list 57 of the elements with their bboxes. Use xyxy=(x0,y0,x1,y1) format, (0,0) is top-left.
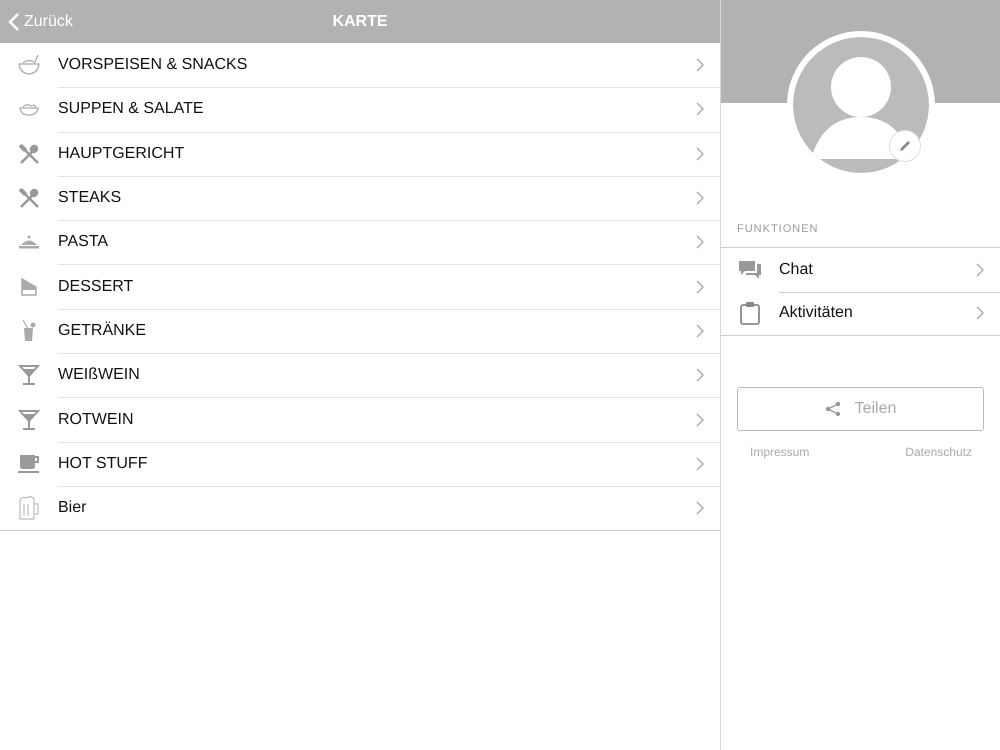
chevron-right-icon xyxy=(696,102,704,116)
chevron-right-icon xyxy=(696,58,704,72)
function-label: Aktivitäten xyxy=(779,304,854,322)
menu-item[interactable]: SUPPEN & SALATE xyxy=(0,87,720,132)
chevron-right-icon xyxy=(696,235,704,250)
menu-label: STEAKS xyxy=(58,189,122,208)
chevron-right-icon xyxy=(976,262,984,277)
menu-label: WEIßWEIN xyxy=(58,366,141,384)
cake-slice-icon xyxy=(20,276,38,297)
chevron-right-icon xyxy=(976,306,984,320)
menu-label: PASTA xyxy=(58,233,110,252)
menu-item[interactable]: WEIßWEIN xyxy=(0,353,720,398)
fork-spoon-icon xyxy=(18,187,40,210)
menu-item[interactable]: VORSPEISEN & SNACKS xyxy=(0,43,720,88)
share-icon xyxy=(824,401,841,417)
bowl-icon xyxy=(17,54,41,76)
menu-label: DESSERT xyxy=(58,278,134,296)
menu-item[interactable]: DESSERT xyxy=(0,264,720,309)
menu-item[interactable]: STEAKS xyxy=(0,176,720,220)
bowl-icon xyxy=(18,102,40,116)
chevron-right-icon xyxy=(696,456,704,471)
function-item[interactable]: Aktivitäten xyxy=(721,292,1000,335)
menu-item[interactable]: ROTWEIN xyxy=(0,397,720,442)
chevron-right-icon xyxy=(696,368,704,382)
chevron-right-icon xyxy=(696,146,704,161)
chevron-right-icon xyxy=(696,412,704,427)
menu-item[interactable]: Bier xyxy=(0,486,720,530)
menu-label: VORSPEISEN & SNACKS xyxy=(58,56,248,74)
menu-label: HAUPTGERICHT xyxy=(58,144,186,163)
chevron-right-icon xyxy=(696,324,704,338)
menu-item[interactable]: GETRÄNKE xyxy=(0,308,720,354)
martini-glass-icon xyxy=(18,408,40,431)
section-header: FUNKTIONEN xyxy=(736,223,820,237)
martini-glass-icon xyxy=(18,364,40,386)
chevron-right-icon xyxy=(696,501,704,516)
coffee-cup-icon xyxy=(18,454,40,474)
menu-item[interactable]: HAUPTGERICHT xyxy=(0,132,720,176)
menu-label: SUPPEN & SALATE xyxy=(58,100,205,118)
menu-label: HOT STUFF xyxy=(58,454,148,473)
beer-mug-icon xyxy=(18,495,40,522)
chevron-right-icon xyxy=(696,280,704,294)
chevron-left-icon xyxy=(8,12,20,30)
fork-spoon-icon xyxy=(18,142,40,165)
nav-title: KARTE xyxy=(331,12,389,30)
menu-item[interactable]: HOT STUFF xyxy=(0,442,720,486)
pencil-icon xyxy=(898,139,912,153)
function-label: Chat xyxy=(779,260,814,279)
menu-label: Bier xyxy=(58,499,88,518)
clipboard-icon xyxy=(739,301,761,326)
chevron-right-icon xyxy=(696,191,704,206)
cocktail-glass-icon xyxy=(21,318,37,343)
menu-label: ROTWEIN xyxy=(58,410,135,429)
menu-item[interactable]: PASTA xyxy=(0,220,720,264)
function-item[interactable]: Chat xyxy=(721,248,1000,292)
menu-label: GETRÄNKE xyxy=(58,322,148,340)
covered-dish-icon xyxy=(18,234,40,250)
chat-bubbles-icon xyxy=(738,260,762,280)
